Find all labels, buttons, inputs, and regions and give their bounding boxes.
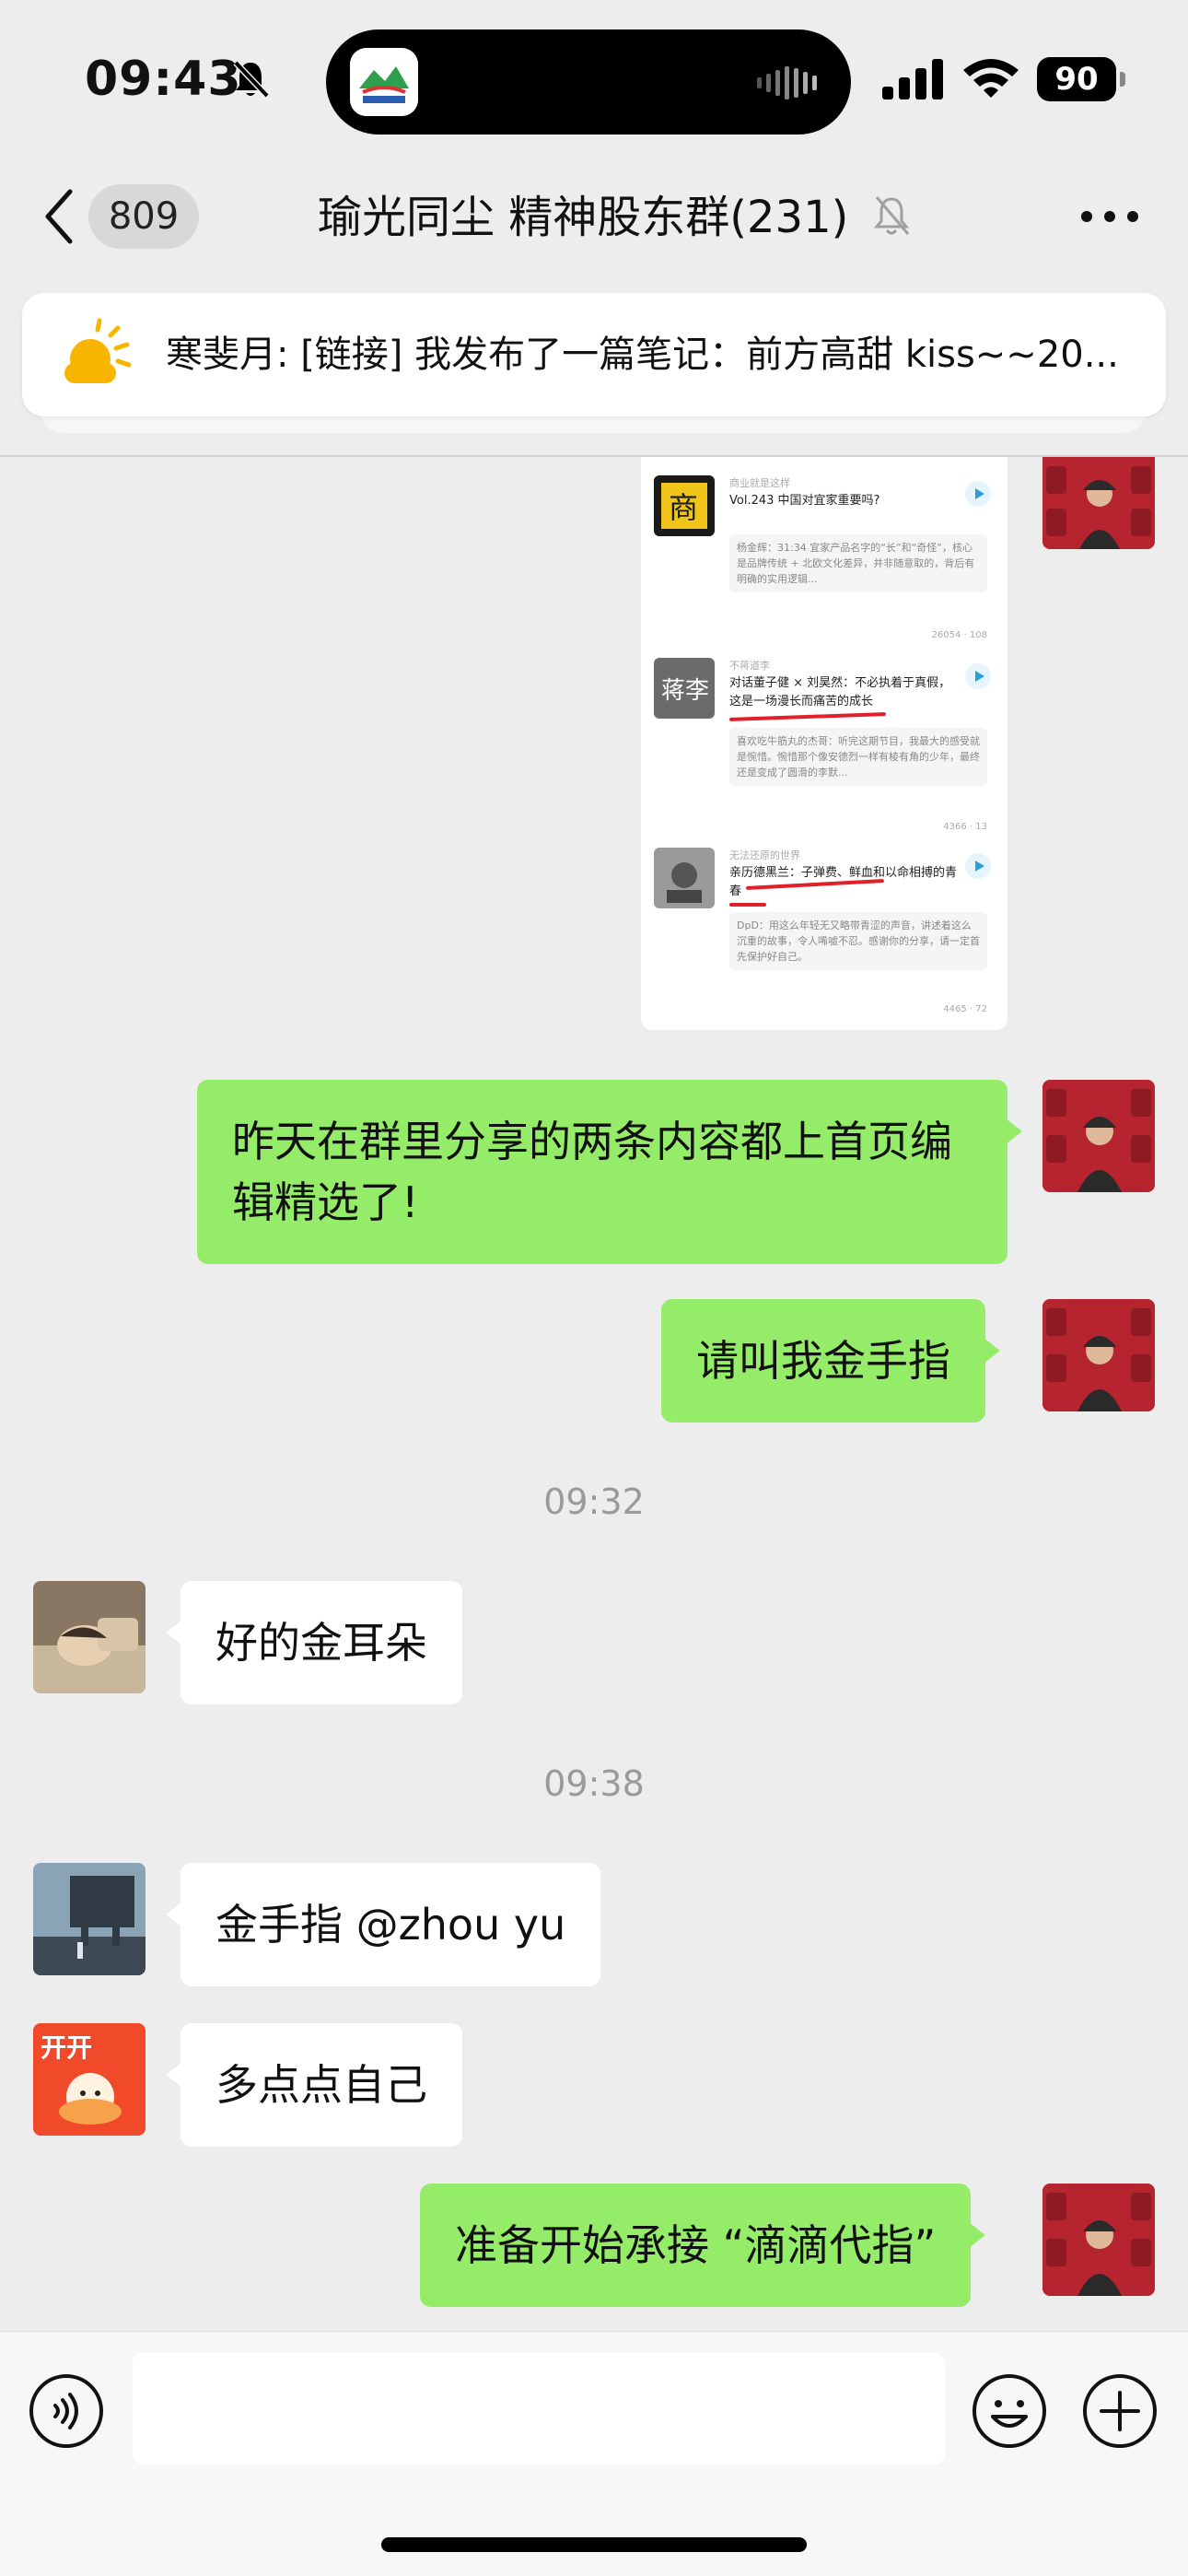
back-chevron-icon[interactable]: [41, 184, 77, 249]
voice-input-icon[interactable]: [28, 2372, 105, 2450]
my-avatar[interactable]: [1042, 1080, 1155, 1192]
member-message-bubble[interactable]: 多点点自己: [166, 2023, 462, 2147]
episode-title: 对话董子健 × 刘昊然：不必执着于真假，这是一场漫长而痛苦的成长: [729, 676, 951, 708]
episode-meta: 4366 · 13: [943, 822, 987, 832]
cellular-signal-icon: [882, 59, 943, 100]
my-avatar[interactable]: [1042, 1299, 1155, 1411]
battery-indicator: 90: [1037, 57, 1125, 101]
my-message-bubble[interactable]: 昨天在群里分享的两条内容都上首页编辑精选了!: [197, 1080, 1022, 1264]
member-avatar[interactable]: [33, 1581, 146, 1693]
episode-comment: 杨金辉：31:34 宜家产品名字的“长”和“奇怪”，核心是品牌传统 + 北欧文化…: [729, 534, 987, 592]
more-options-icon[interactable]: [1077, 203, 1142, 230]
red-underline-annotation: [728, 712, 887, 721]
message-timestamp: 09:38: [543, 1763, 645, 1804]
home-indicator[interactable]: [381, 2537, 807, 2552]
play-button-icon: [965, 663, 991, 689]
battery-tip: [1120, 72, 1125, 87]
mute-bell-icon: [873, 196, 910, 235]
podcast-source: 无法还原的世界: [729, 849, 800, 861]
my-avatar[interactable]: [1042, 457, 1155, 549]
message-text-input[interactable]: [133, 2352, 945, 2465]
audio-wave-icon: [757, 66, 817, 100]
message-text: 金手指 @zhou yu: [215, 1900, 566, 1950]
bell-off-icon: [233, 60, 270, 99]
member-message-bubble[interactable]: 金手指 @zhou yu: [165, 1863, 601, 1986]
unread-count-badge[interactable]: 809: [88, 184, 199, 249]
sun-icon: [64, 318, 132, 383]
header-divider: [0, 455, 1188, 457]
app-logo-icon: [350, 48, 418, 116]
pinned-message-bar[interactable]: 寒斐月: [链接] 我发布了一篇笔记：前方高甜 kiss~~20...: [22, 293, 1166, 416]
member-message-bubble[interactable]: 好的金耳朵: [166, 1581, 462, 1704]
pinned-message-text: 寒斐月: [链接] 我发布了一篇笔记：前方高甜 kiss~~20...: [166, 334, 1119, 376]
status-time: 09:43: [85, 52, 242, 107]
my-message-bubble[interactable]: 请叫我金手指: [661, 1299, 1000, 1423]
screenshot-item-2: 蒋李 不蒋道李 对话董子健 × 刘昊然：不必执着于真假，这是一场漫长而痛苦的成长…: [654, 658, 996, 838]
dynamic-island[interactable]: [326, 29, 851, 135]
member-avatar[interactable]: 开开: [33, 2023, 146, 2136]
svg-text:蒋李: 蒋李: [661, 677, 709, 705]
red-underline-annotation: [729, 903, 766, 907]
my-message-bubble[interactable]: 准备开始承接 “滴滴代指”: [420, 2184, 986, 2307]
wifi-icon: [963, 59, 1019, 98]
my-avatar[interactable]: [1042, 2184, 1155, 2296]
play-button-icon: [965, 481, 991, 507]
episode-comment: 喜欢吃牛筋丸的杰哥：听完这期节目，我最大的感受就是惋惜。惋惜那个像安德烈一样有棱…: [729, 728, 987, 786]
battery-level: 90: [1037, 57, 1116, 101]
podcast-cover-icon: 蒋李: [654, 658, 715, 719]
chat-header: 809 瑜光同尘 精神股东群(231): [0, 157, 1188, 286]
add-attachment-icon[interactable]: [1081, 2372, 1159, 2450]
episode-meta: 4465 · 72: [943, 1004, 987, 1014]
message-timestamp: 09:32: [543, 1481, 645, 1522]
podcast-cover-icon: 商: [654, 475, 715, 536]
svg-text:开开: 开开: [41, 2032, 92, 2063]
screenshot-item-3: 无法还原的世界 亲历德黑兰：子弹费、鲜血和以命相搏的青春 DpD：用这么年轻无又…: [654, 848, 996, 1023]
episode-title: Vol.243 中国对宜家重要吗?: [729, 494, 880, 508]
podcast-source: 商业就是这样: [729, 477, 790, 489]
podcast-cover-icon: [654, 848, 715, 908]
episode-comment: DpD：用这么年轻无又略带青涩的声音，讲述着这么沉重的故事，令人唏嘘不忍。感谢你…: [729, 912, 987, 970]
status-bar: 09:43 90: [0, 0, 1188, 157]
play-button-icon: [965, 853, 991, 879]
podcast-source: 不蒋道李: [729, 660, 770, 672]
screenshot-item-1: 商 商业就是这样 Vol.243 中国对宜家重要吗? 杨金辉：31:34 宜家产…: [654, 475, 996, 650]
shared-screenshot-message[interactable]: 商 商业就是这样 Vol.243 中国对宜家重要吗? 杨金辉：31:34 宜家产…: [641, 457, 1007, 1030]
chat-title: 瑜光同尘 精神股东群(231): [318, 192, 849, 243]
episode-meta: 26054 · 108: [931, 630, 987, 640]
member-avatar[interactable]: [33, 1863, 146, 1975]
svg-text:商: 商: [669, 490, 698, 525]
emoji-icon[interactable]: [971, 2372, 1048, 2450]
